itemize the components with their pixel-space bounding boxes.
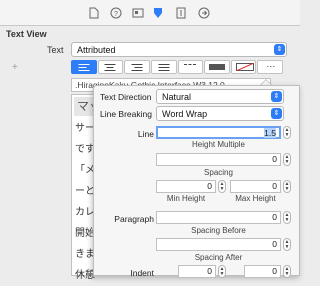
spacing-after-field[interactable]: 0 xyxy=(156,238,281,251)
line-spacing-stepper[interactable]: ▲ ▼ xyxy=(283,153,291,166)
connections-icon[interactable] xyxy=(198,7,210,19)
text-color-button[interactable] xyxy=(204,60,230,74)
height-multiple-label: Height Multiple xyxy=(192,140,245,149)
svg-text:?: ? xyxy=(114,11,118,18)
alignment-bar: ··· xyxy=(71,60,283,74)
attributes-icon[interactable] xyxy=(152,7,164,19)
popup-arrows-icon: ⇕ xyxy=(271,91,282,102)
file-icon[interactable] xyxy=(88,7,100,19)
section-title: Text View xyxy=(6,29,47,39)
text-direction-popup[interactable]: Natural ⇕ xyxy=(156,89,284,104)
spacing-before-stepper[interactable]: ▲ ▼ xyxy=(283,211,291,224)
size-icon[interactable] xyxy=(175,7,187,19)
align-right-button[interactable] xyxy=(124,60,150,74)
line-height-multiple-value: 1.5 xyxy=(264,128,276,138)
indent-first-stepper[interactable]: ▲ ▼ xyxy=(218,265,226,278)
min-height-field[interactable]: 0 xyxy=(156,180,216,193)
line-breaking-popup[interactable]: Word Wrap ⇕ xyxy=(156,106,284,121)
add-variation-icon[interactable]: + xyxy=(12,62,18,73)
indent-label: Indent xyxy=(130,268,154,278)
indent-first-field[interactable]: 0 xyxy=(178,265,216,278)
background-color-button[interactable] xyxy=(230,60,257,74)
text-direction-value: Natural xyxy=(162,92,192,102)
more-options-button[interactable]: ··· xyxy=(257,60,283,74)
min-height-stepper[interactable]: ▲ ▼ xyxy=(218,180,226,193)
indent-second-stepper[interactable]: ▲ ▼ xyxy=(283,265,291,278)
popup-arrows-icon: ⇕ xyxy=(271,108,282,119)
help-icon[interactable]: ? xyxy=(110,7,122,19)
text-type-popup[interactable]: Attributed ⇕ xyxy=(71,42,287,57)
line-height-stepper[interactable]: ▲ ▼ xyxy=(283,126,291,139)
line-breaking-label: Line Breaking xyxy=(100,109,152,119)
max-height-stepper[interactable]: ▲ ▼ xyxy=(283,180,291,193)
paragraph-label: Paragraph xyxy=(114,214,154,224)
text-type-value: Attributed xyxy=(77,45,116,55)
align-center-button[interactable] xyxy=(97,60,124,74)
line-label: Line xyxy=(137,129,154,139)
spacing-after-stepper[interactable]: ▲ ▼ xyxy=(283,238,291,251)
identity-icon[interactable] xyxy=(132,7,144,19)
align-left-button[interactable] xyxy=(71,60,97,74)
line-breaking-value: Word Wrap xyxy=(162,109,208,119)
align-justify-button[interactable] xyxy=(150,60,177,74)
align-natural-button[interactable] xyxy=(177,60,204,74)
inspector-toolbar: ? xyxy=(0,0,300,26)
min-height-label: Min Height xyxy=(166,194,206,203)
line-spacing-field[interactable]: 0 xyxy=(156,153,281,166)
paragraph-style-popover: Text Direction Natural ⇕ Line Breaking W… xyxy=(93,85,300,278)
max-height-field[interactable]: 0 xyxy=(230,180,281,193)
line-height-multiple-field[interactable]: 1.5 xyxy=(156,126,281,139)
spacing-label: Spacing xyxy=(204,168,233,177)
popup-arrows-icon: ⇕ xyxy=(274,44,285,55)
spacing-before-field[interactable]: 0 xyxy=(156,211,281,224)
spacing-after-label: Spacing After xyxy=(194,253,243,262)
indent-second-field[interactable]: 0 xyxy=(244,265,281,278)
max-height-label: Max Height xyxy=(235,194,276,203)
spacing-before-label: Spacing Before xyxy=(191,226,246,235)
text-label: Text xyxy=(47,45,64,55)
